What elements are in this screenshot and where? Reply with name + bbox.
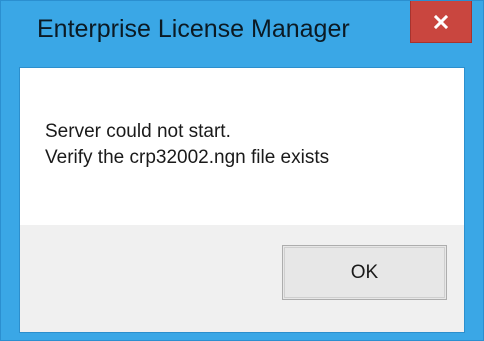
title-bar[interactable]: Enterprise License Manager [1,1,483,67]
message-dialog: Enterprise License Manager Server could … [0,0,484,341]
close-icon [434,14,448,29]
error-message: Server could not start. Verify the crp32… [45,119,329,171]
message-line-1: Server could not start. [45,121,231,142]
window-title: Enterprise License Manager [37,15,350,43]
message-line-2: Verify the crp32002.ngn file exists [45,147,330,168]
button-footer: OK [20,225,464,332]
ok-button[interactable]: OK [282,245,447,300]
dialog-client-area: Server could not start. Verify the crp32… [19,67,465,333]
close-button[interactable] [410,1,472,43]
